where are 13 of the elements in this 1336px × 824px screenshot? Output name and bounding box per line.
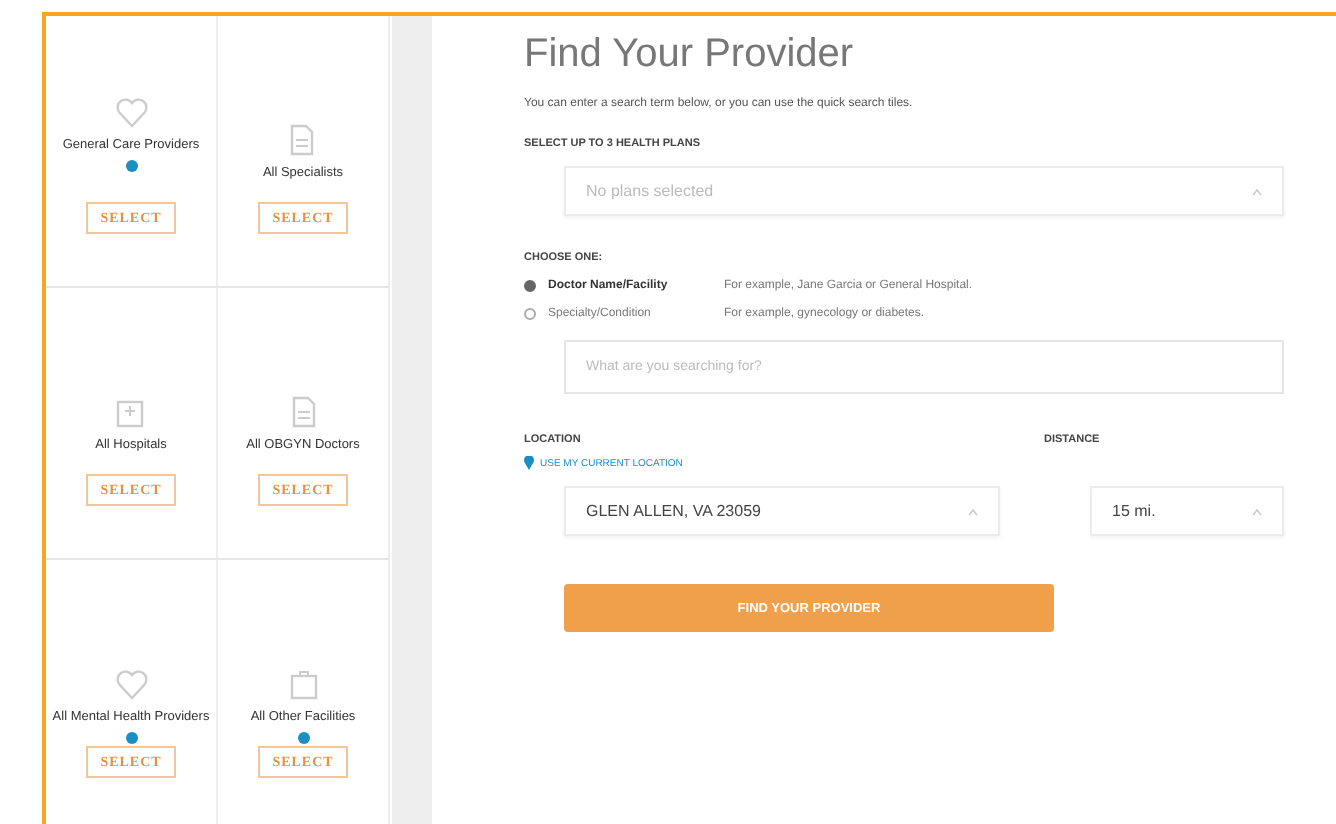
radio-button[interactable]: [524, 280, 536, 292]
pin-icon: [524, 456, 534, 470]
radio-button[interactable]: [524, 308, 536, 320]
chevron-icon: [1252, 187, 1262, 195]
briefcase-icon: [285, 665, 321, 702]
heart-icon: [113, 93, 149, 130]
location-dropdown[interactable]: GLEN ALLEN, VA 23059: [564, 486, 1000, 536]
chevron-icon: [1252, 507, 1262, 515]
page-title: Find Your Provider: [524, 32, 856, 78]
chevron-icon: [968, 507, 978, 515]
plans-dropdown[interactable]: No plans selected: [564, 166, 1284, 216]
heart-icon: [113, 665, 149, 702]
distance-dropdown[interactable]: 15 mi.: [1090, 486, 1284, 536]
